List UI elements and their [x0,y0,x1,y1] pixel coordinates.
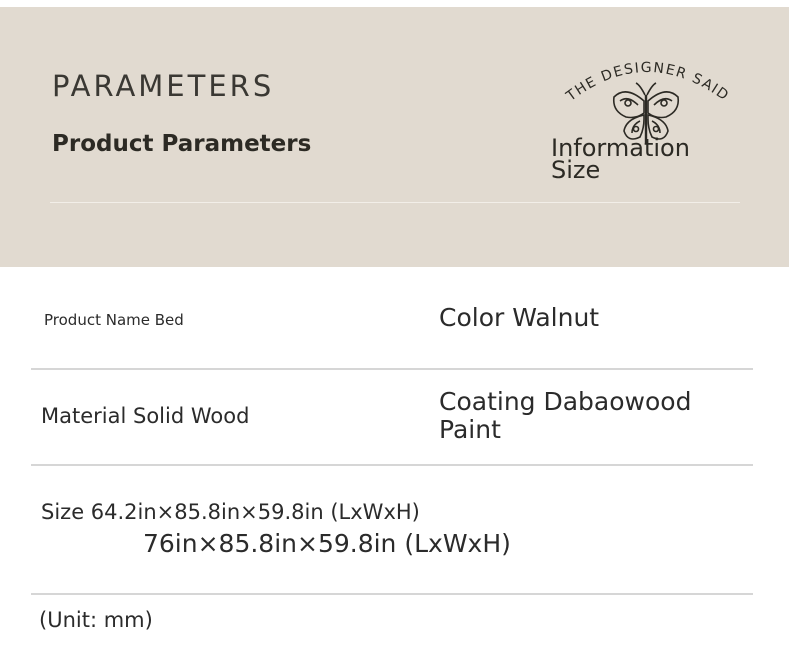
row-divider [31,464,753,466]
info-line-2: Size [551,156,601,184]
size-line-2: 76in×85.8in×59.8in (LxWxH) [143,529,511,558]
coating-value: Coating Dabaowood Paint [439,388,691,444]
coating-line-1: Coating Dabaowood [439,387,692,416]
material-value: Material Solid Wood [41,404,250,428]
header-banner: PARAMETERS Product Parameters THE DESIGN… [0,7,789,267]
row-divider [31,368,753,370]
color-value: Color Walnut [439,303,600,332]
logo-text: THE DESIGNER SAID [563,60,732,105]
top-strip [0,0,790,7]
header-divider [50,202,740,203]
product-parameters-title: Product Parameters [52,131,312,157]
information-size-title: Information Size [551,136,690,184]
product-name: Product Name Bed [44,311,184,329]
size-line-1: Size 64.2in×85.8in×59.8in (LxWxH) [41,500,420,524]
coating-line-2: Paint [439,415,501,444]
parameters-heading: PARAMETERS [52,69,275,103]
unit-note: (Unit: mm) [39,608,153,632]
designer-logo: THE DESIGNER SAID [563,60,732,143]
row-divider [31,593,753,595]
